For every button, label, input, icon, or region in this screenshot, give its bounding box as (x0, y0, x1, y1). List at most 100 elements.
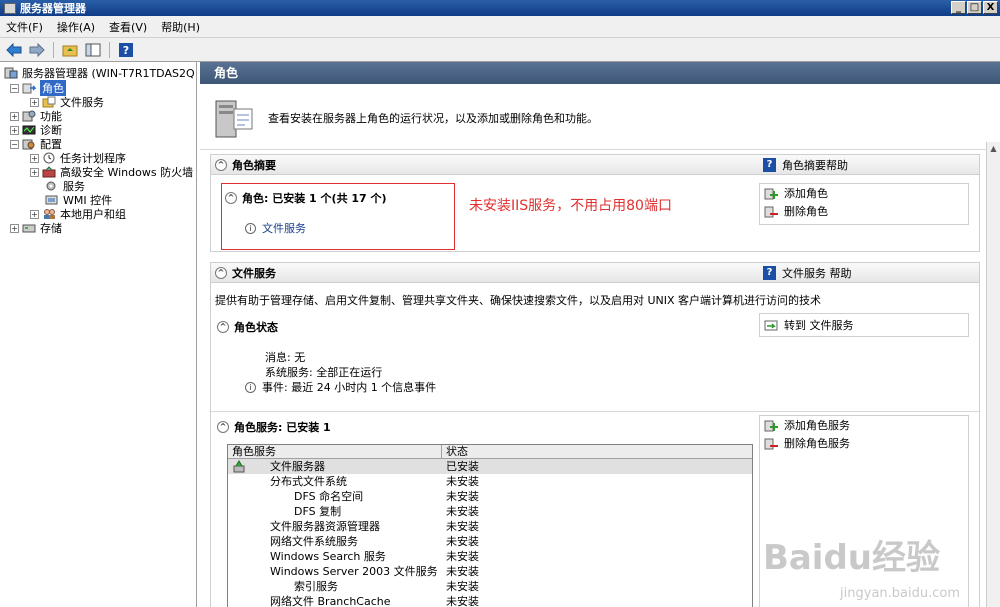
tree-item-local-users[interactable]: + 本地用户和组 (30, 207, 126, 221)
remove-role-services-action[interactable]: 删除角色服务 (760, 434, 968, 452)
table-row[interactable]: Windows Server 2003 文件服务 未安装 (228, 564, 752, 579)
tree-item-wmi[interactable]: WMI 控件 (45, 193, 112, 207)
expand-icon[interactable]: + (30, 209, 39, 219)
role-status-title: 角色状态 (234, 321, 278, 334)
roles-installed-line[interactable]: ^ 角色: 已安装 1 个(共 17 个) (225, 190, 387, 206)
table-row[interactable]: DFS 命名空间 未安装 (228, 489, 752, 504)
role-service-name: Windows Server 2003 文件服务 (228, 564, 442, 579)
add-role-services-label: 添加角色服务 (784, 419, 850, 432)
expand-icon[interactable]: + (10, 223, 19, 233)
role-services-header[interactable]: ^ 角色服务: 已安装 1 (217, 419, 331, 435)
role-summary-help-link[interactable]: ? 角色摘要帮助 (763, 157, 848, 173)
role-service-name: 索引服务 (228, 579, 442, 594)
tree-item-config-label: 配置 (40, 138, 62, 151)
forward-arrow-icon (29, 42, 45, 57)
scroll-up-arrow-icon[interactable]: ▲ (987, 142, 1000, 156)
menu-view[interactable]: 查看(V) (109, 19, 147, 35)
tree-root-label: 服务器管理器 (WIN-T7R1TDAS2Q (22, 67, 195, 80)
collapse-section-icon[interactable]: ^ (215, 158, 227, 171)
window-title: 服务器管理器 (20, 2, 86, 15)
show-hide-tree-button[interactable] (83, 41, 103, 59)
collapse-icon[interactable]: − (10, 83, 19, 93)
table-row[interactable]: 分布式文件系统 未安装 (228, 474, 752, 489)
back-button[interactable] (4, 41, 24, 59)
role-service-name: DFS 复制 (228, 504, 442, 519)
status-events-text: 事件: 最近 24 小时内 1 个信息事件 (262, 381, 437, 394)
remove-role-action[interactable]: 删除角色 (760, 202, 968, 220)
collapse-section-icon[interactable]: ^ (217, 421, 229, 433)
folder-up-icon (62, 45, 78, 56)
file-service-link[interactable]: 文件服务 (262, 220, 306, 236)
users-icon (44, 209, 55, 219)
minimize-button[interactable]: _ (951, 1, 966, 14)
file-services-help-link[interactable]: ? 文件服务 帮助 (763, 265, 852, 281)
config-icon (22, 139, 35, 150)
role-summary-help-label: 角色摘要帮助 (782, 159, 848, 172)
tree-item-file-services[interactable]: + 文件服务 (30, 95, 104, 109)
table-row[interactable]: 网络文件 BranchCache 未安装 (228, 594, 752, 607)
tree-item-local-users-label: 本地用户和组 (60, 208, 126, 221)
expand-icon[interactable]: + (10, 125, 19, 135)
role-service-status: 未安装 (446, 520, 479, 533)
clock-icon (43, 152, 55, 164)
menu-help[interactable]: 帮助(H) (161, 19, 200, 35)
add-role-action[interactable]: 添加角色 (760, 184, 968, 202)
column-header-name[interactable]: 角色服务 (228, 445, 442, 458)
roles-icon (22, 83, 36, 94)
tree-item-roles[interactable]: − 角色 (10, 80, 66, 96)
tree-item-firewall[interactable]: + 高级安全 Windows 防火墙 (30, 165, 193, 179)
collapse-section-icon[interactable]: ^ (225, 192, 237, 204)
role-service-status: 未安装 (446, 505, 479, 518)
up-folder-button[interactable] (60, 41, 80, 59)
goto-file-services-action[interactable]: 转到 文件服务 (760, 316, 968, 334)
file-services-header[interactable]: ^ 文件服务 ? 文件服务 帮助 (211, 263, 979, 283)
role-service-name: 文件服务器资源管理器 (228, 519, 442, 534)
help-button[interactable]: ? (116, 41, 136, 59)
tree-item-task-scheduler[interactable]: + 任务计划程序 (30, 151, 126, 165)
banner-text: 查看安装在服务器上角色的运行状况，以及添加或删除角色和功能。 (268, 111, 598, 125)
table-row[interactable]: 索引服务 未安装 (228, 579, 752, 594)
table-row[interactable]: DFS 复制 未安装 (228, 504, 752, 519)
file-services-description: 提供有助于管理存储、启用文件复制、管理共享文件夹、确保快速搜索文件，以及启用对 … (215, 294, 822, 307)
table-row[interactable]: Windows Search 服务 未安装 (228, 549, 752, 564)
tree-root[interactable]: 服务器管理器 (WIN-T7R1TDAS2Q (4, 66, 195, 80)
role-status-header[interactable]: ^ 角色状态 (217, 319, 278, 335)
help-icon: ? (763, 266, 776, 280)
status-events: i 事件: 最近 24 小时内 1 个信息事件 (245, 379, 436, 395)
collapse-section-icon[interactable]: ^ (215, 266, 227, 279)
collapse-section-icon[interactable]: ^ (217, 321, 229, 333)
role-summary-actions: 添加角色 删除角色 (759, 183, 969, 225)
goto-panel: 转到 文件服务 (759, 313, 969, 337)
content-pane: 角色 查看安装在服务器上角色的运行状况，以及添加或删除角色和功能。 ^ 角色摘要… (200, 62, 1000, 607)
table-row[interactable]: 文件服务器 已安装 (228, 459, 752, 474)
role-summary-header[interactable]: ^ 角色摘要 ? 角色摘要帮助 (211, 155, 979, 175)
expand-icon[interactable]: + (30, 153, 39, 163)
tree-item-config[interactable]: − 配置 (10, 137, 62, 151)
vertical-scrollbar[interactable]: ▲ (986, 142, 1000, 607)
collapse-icon[interactable]: − (10, 139, 19, 149)
add-role-services-action[interactable]: 添加角色服务 (760, 416, 968, 434)
tree-item-diagnostics[interactable]: + 诊断 (10, 123, 62, 137)
services-gear-icon (46, 181, 56, 191)
annotation-text: 未安装IIS服务，不用占用80端口 (469, 198, 672, 214)
forward-button[interactable] (27, 41, 47, 59)
expand-icon[interactable]: + (10, 111, 19, 121)
expand-icon[interactable]: + (30, 167, 39, 177)
menu-file[interactable]: 文件(F) (6, 19, 43, 35)
column-header-status[interactable]: 状态 (442, 445, 468, 458)
table-row[interactable]: 文件服务器资源管理器 未安装 (228, 519, 752, 534)
tree-item-services[interactable]: 服务 (45, 179, 85, 193)
menu-action[interactable]: 操作(A) (57, 19, 95, 35)
server-manager-icon (4, 2, 16, 14)
remove-role-icon (764, 206, 778, 217)
expand-icon[interactable]: + (30, 97, 39, 107)
table-header: 角色服务 状态 (228, 445, 752, 459)
role-service-label: 网络文件系统服务 (270, 535, 358, 548)
table-row[interactable]: 网络文件系统服务 未安装 (228, 534, 752, 549)
maximize-button[interactable]: □ (967, 1, 982, 14)
tree-item-storage-label: 存储 (40, 222, 62, 235)
role-service-name: 网络文件 BranchCache (228, 594, 442, 607)
close-button[interactable]: X (983, 1, 998, 14)
tree-item-features[interactable]: + 功能 (10, 109, 62, 123)
tree-item-storage[interactable]: + 存储 (10, 221, 62, 235)
